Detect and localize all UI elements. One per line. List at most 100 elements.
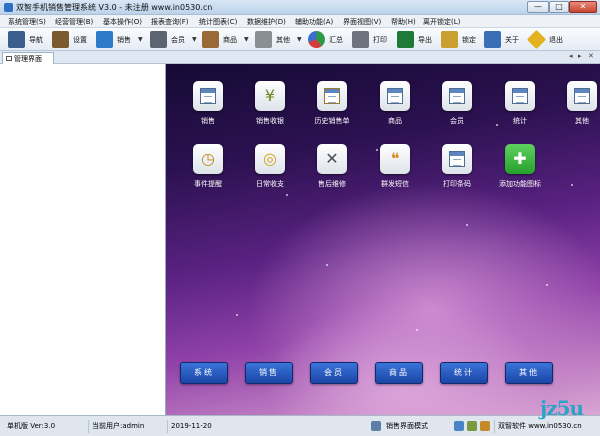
func-goods[interactable]: 商品 <box>365 81 425 133</box>
chart-icon[interactable] <box>467 421 477 431</box>
background-star <box>546 284 548 286</box>
exit-sign-icon <box>526 29 547 50</box>
func-sales[interactable]: 销售 <box>178 81 238 133</box>
barcode-sheet-icon <box>442 144 472 174</box>
menu-reports[interactable]: 报表查询(F) <box>151 17 189 27</box>
main-panel: 销售 ¥ 销售收银 历史销售单 商品 会员 统计 其他 ◷ 事件提醒 ◎ 日常收… <box>166 64 600 415</box>
other-tool-button[interactable]: 其他 ▼ <box>255 30 305 49</box>
nav-button-other[interactable]: 其他 <box>505 362 553 384</box>
menu-help[interactable]: 帮助(H) <box>391 17 416 27</box>
lock-icon <box>441 31 458 48</box>
menu-auxiliary[interactable]: 辅助功能(A) <box>295 17 333 27</box>
nav-button-member[interactable]: 会员 <box>310 362 358 384</box>
nav-button-goods[interactable]: 商品 <box>375 362 423 384</box>
func-cashier[interactable]: ¥ 销售收银 <box>240 81 300 133</box>
func-daily-income-expense[interactable]: ◎ 日常收支 <box>240 144 300 196</box>
exit-tool-button[interactable]: 退出 <box>526 29 568 50</box>
coins-icon: ◎ <box>255 144 285 174</box>
sales-tool-button[interactable]: 销售 ▼ <box>96 30 148 49</box>
tab-scroll-left-icon[interactable]: ◂ <box>569 52 573 60</box>
background-star <box>236 314 238 316</box>
toolbar: 导航 设置 销售 ▼ 会员 ▼ 商品 ▼ 其他 ▼ 汇总 打印 导出 锁定 关于… <box>0 28 600 51</box>
func-after-sales-repair[interactable]: ✕ 售后维修 <box>302 144 362 196</box>
menu-basic-ops[interactable]: 基本操作(O) <box>103 17 142 27</box>
summary-tool-button[interactable]: 汇总 <box>308 30 348 49</box>
func-other[interactable]: 其他 <box>552 81 600 133</box>
goods-tool-button[interactable]: 商品 ▼ <box>202 30 252 49</box>
page-icon <box>6 56 12 61</box>
member-sheet-icon <box>442 81 472 111</box>
status-vendor: 双智软件 www.in0530.cn <box>494 420 594 433</box>
add-plus-icon: ✚ <box>505 144 535 174</box>
chevron-down-icon[interactable]: ▼ <box>244 36 249 43</box>
status-current-user: 当前用户:admin <box>88 420 166 433</box>
status-bar: 单机版 Ver:3.0 当前用户:admin 2019-11-20 销售界面模式… <box>0 415 600 436</box>
clock-reminder-icon: ◷ <box>193 144 223 174</box>
minimize-button[interactable]: — <box>527 1 549 13</box>
nav-button-statistics[interactable]: 统计 <box>440 362 488 384</box>
status-edition: 单机版 Ver:3.0 <box>7 422 56 430</box>
chevron-down-icon[interactable]: ▼ <box>297 36 302 43</box>
menu-bar: 系统管理(S) 经营管理(B) 基本操作(O) 报表查询(F) 统计图表(C) … <box>0 15 600 28</box>
background-star <box>571 184 573 186</box>
chevron-down-icon[interactable]: ▼ <box>138 36 143 43</box>
statistics-sheet-icon <box>505 81 535 111</box>
nav-tool-button[interactable]: 导航 <box>8 30 48 49</box>
func-event-reminder[interactable]: ◷ 事件提醒 <box>178 144 238 196</box>
excel-icon <box>397 31 414 48</box>
close-button[interactable]: ✕ <box>569 1 597 13</box>
func-group-sms[interactable]: ❝ 群发短信 <box>365 144 425 196</box>
tab-strip: 管理界面 ◂ ▸ ✕ <box>0 51 600 64</box>
member-tool-button[interactable]: 会员 ▼ <box>150 30 200 49</box>
menu-view[interactable]: 界面视图(V) <box>343 17 381 27</box>
sales-sheet-icon <box>193 81 223 111</box>
export-tool-button[interactable]: 导出 <box>397 30 437 49</box>
func-history-orders[interactable]: 历史销售单 <box>302 81 362 133</box>
background-star <box>416 329 418 331</box>
func-print-barcode[interactable]: 打印条码 <box>427 144 487 196</box>
func-statistics[interactable]: 统计 <box>490 81 550 133</box>
about-monitor-icon <box>484 31 501 48</box>
tab-close-icon[interactable]: ✕ <box>588 52 594 60</box>
about-tool-button[interactable]: 关于 <box>484 30 524 49</box>
nav-button-system[interactable]: 系统 <box>180 362 228 384</box>
navigation-icon <box>8 31 25 48</box>
calculator-icon <box>255 31 272 48</box>
func-add-icon[interactable]: ✚ 添加功能图标 <box>490 144 550 196</box>
menu-charts[interactable]: 统计图表(C) <box>199 17 237 27</box>
background-star <box>466 224 468 226</box>
goods-sheet-icon <box>380 81 410 111</box>
member-card-icon <box>150 31 167 48</box>
window-title-bar[interactable]: 双智手机销售管理系统 V3.0 - 未注册 www.in0530.cn — □ … <box>0 0 600 15</box>
tab-management[interactable]: 管理界面 <box>2 52 54 64</box>
print-tool-button[interactable]: 打印 <box>352 30 392 49</box>
menu-lock[interactable]: 离开锁定(L) <box>423 17 460 27</box>
mode-icon <box>371 421 381 431</box>
navigation-pane[interactable] <box>0 64 166 415</box>
folder-icon[interactable] <box>480 421 490 431</box>
watermark-logo: jz5u <box>540 396 584 420</box>
background-star <box>326 264 328 266</box>
lock-tool-button[interactable]: 锁定 <box>441 30 481 49</box>
status-mode: 销售界面模式 <box>386 422 428 430</box>
view-icon[interactable] <box>454 421 464 431</box>
shop-icon <box>96 31 113 48</box>
pie-chart-icon <box>308 31 325 48</box>
chevron-down-icon[interactable]: ▼ <box>192 36 197 43</box>
chat-bubbles-icon: ❝ <box>380 144 410 174</box>
menu-system[interactable]: 系统管理(S) <box>8 17 46 27</box>
cashier-yen-icon: ¥ <box>255 81 285 111</box>
app-icon <box>4 3 13 12</box>
menu-data-maintenance[interactable]: 数据维护(D) <box>247 17 286 27</box>
func-member[interactable]: 会员 <box>427 81 487 133</box>
window-title: 双智手机销售管理系统 V3.0 - 未注册 www.in0530.cn <box>16 3 213 12</box>
printer-icon <box>352 31 369 48</box>
tab-scroll-right-icon[interactable]: ▸ <box>578 52 582 60</box>
history-orders-icon <box>317 81 347 111</box>
maximize-button[interactable]: □ <box>549 1 569 13</box>
tools-icon: ✕ <box>317 144 347 174</box>
settings-tool-button[interactable]: 设置 <box>52 30 92 49</box>
menu-business[interactable]: 经营管理(B) <box>55 17 93 27</box>
other-sheet-icon <box>567 81 597 111</box>
nav-button-sales[interactable]: 销售 <box>245 362 293 384</box>
